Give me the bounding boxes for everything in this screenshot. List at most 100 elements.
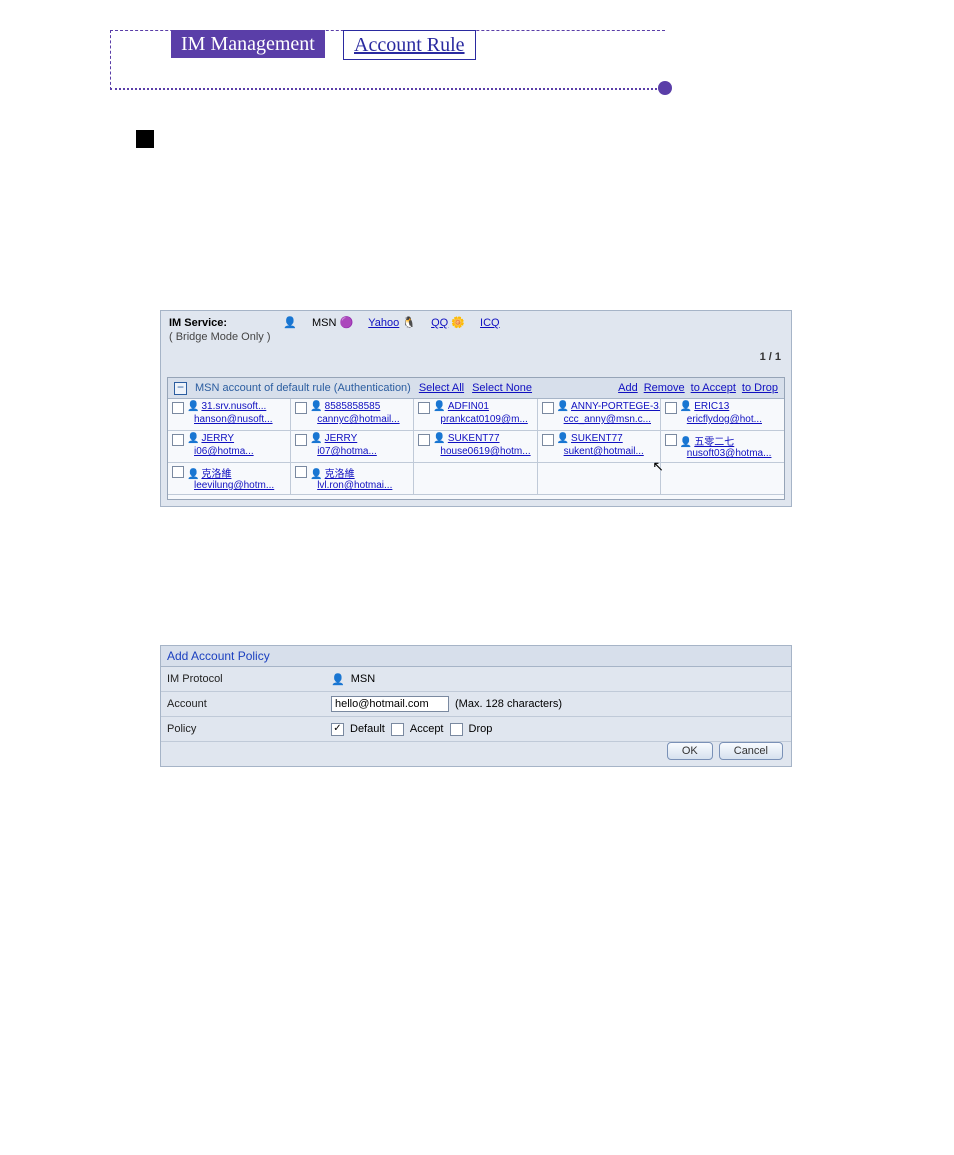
account-mail-link[interactable]: lvl.ron@hotmai... <box>317 480 392 491</box>
account-mail-link[interactable]: sukent@hotmail... <box>564 446 644 457</box>
policy-label: Policy <box>167 723 327 735</box>
account-name-link[interactable]: ANNY-PORTEGE-3... <box>571 401 661 412</box>
im-service-label: IM Service: <box>169 317 227 329</box>
ok-button[interactable]: OK <box>667 742 713 760</box>
account-mail-link[interactable]: cannyc@hotmail... <box>317 414 399 425</box>
account-cell: 👤克洛維leevilung@hotm... <box>168 463 291 495</box>
protocol-label: IM Protocol <box>167 673 327 685</box>
account-checkbox[interactable] <box>172 466 184 478</box>
account-mail-link[interactable]: house0619@hotm... <box>440 446 530 457</box>
account-checkbox[interactable] <box>542 434 554 446</box>
account-checkbox[interactable] <box>665 402 677 414</box>
account-input[interactable] <box>331 696 449 712</box>
to-accept-link[interactable]: to Accept <box>691 382 736 394</box>
cancel-button[interactable]: Cancel <box>719 742 783 760</box>
icq-icon: 🌼 <box>451 317 465 329</box>
user-icon: 👤 <box>187 469 199 480</box>
account-cell <box>414 463 537 495</box>
account-checkbox[interactable] <box>665 434 677 446</box>
account-cell: 👤SUKENT77house0619@hotm... <box>414 431 537 463</box>
account-checkbox[interactable] <box>418 402 430 414</box>
account-cell: 👤31.srv.nusoft... hanson@nusoft... <box>168 399 291 431</box>
account-name-link[interactable]: SUKENT77 <box>571 433 623 444</box>
account-mail-link[interactable]: i07@hotma... <box>317 446 377 457</box>
account-cell: 👤SUKENT77sukent@hotmail... <box>538 431 661 463</box>
user-icon: 👤 <box>680 401 692 412</box>
account-mail-link[interactable]: ericflydog@hot... <box>687 414 762 425</box>
account-checkbox[interactable] <box>418 434 430 446</box>
account-cell <box>538 463 661 495</box>
account-name-link[interactable]: ERIC13 <box>694 401 729 412</box>
account-name-link[interactable]: 克洛維 <box>201 469 231 480</box>
breadcrumb-sub[interactable]: Account Rule <box>343 30 476 60</box>
user-icon: 👤 <box>433 401 445 412</box>
account-name-link[interactable]: 31.srv.nusoft... <box>201 401 266 412</box>
account-label: Account <box>167 698 327 710</box>
account-mail-link[interactable]: nusoft03@hotma... <box>687 448 772 459</box>
policy-drop-label: Drop <box>469 723 493 735</box>
policy-drop-checkbox[interactable] <box>450 723 463 736</box>
policy-accept-label: Accept <box>410 723 444 735</box>
account-checkbox[interactable] <box>172 434 184 446</box>
service-yahoo[interactable]: Yahoo <box>368 317 399 329</box>
account-name-link[interactable]: 克洛維 <box>325 469 355 480</box>
msn-icon-small: 👤 <box>331 673 345 686</box>
user-icon: 👤 <box>310 401 322 412</box>
bridge-mode-note: ( Bridge Mode Only ) <box>161 329 791 349</box>
to-drop-link[interactable]: to Drop <box>742 382 778 394</box>
account-grid-header: − MSN account of default rule (Authentic… <box>168 378 784 399</box>
cursor-icon: ↖ <box>652 458 664 475</box>
service-qq[interactable]: QQ <box>431 317 448 329</box>
account-mail-link[interactable]: prankcat0109@m... <box>440 414 527 425</box>
account-grid: − MSN account of default rule (Authentic… <box>167 377 785 500</box>
user-icon: 👤 <box>187 433 199 444</box>
service-icq[interactable]: ICQ <box>480 317 500 329</box>
account-checkbox[interactable] <box>542 402 554 414</box>
account-cell: 👤8585858585 cannyc@hotmail... <box>291 399 414 431</box>
msn-icon: 👤 <box>283 317 297 329</box>
breadcrumb: IM Management Account Rule <box>110 30 665 90</box>
account-name-link[interactable]: SUKENT77 <box>448 433 500 444</box>
account-grid-title: MSN account of default rule (Authenticat… <box>195 382 411 394</box>
pager: 1 / 1 <box>760 351 781 363</box>
account-cell: 👤ERIC13 ericflydog@hot... <box>661 399 784 431</box>
add-policy-title: Add Account Policy <box>161 646 791 667</box>
add-link[interactable]: Add <box>618 382 638 394</box>
breadcrumb-endpoint-dot <box>658 81 672 95</box>
account-mail-link[interactable]: i06@hotma... <box>194 446 254 457</box>
account-checkbox[interactable] <box>295 402 307 414</box>
account-mail-link[interactable]: leevilung@hotm... <box>194 480 274 491</box>
user-icon: 👤 <box>187 401 199 412</box>
user-icon: 👤 <box>310 433 322 444</box>
policy-accept-checkbox[interactable] <box>391 723 404 736</box>
account-checkbox[interactable] <box>172 402 184 414</box>
yahoo-icon: 🟣 <box>340 317 354 329</box>
account-name-link[interactable]: JERRY <box>201 433 234 444</box>
account-checkbox[interactable] <box>295 434 307 446</box>
user-icon: 👤 <box>680 437 692 448</box>
account-name-link[interactable]: ADFIN01 <box>448 401 489 412</box>
add-account-policy-panel: Add Account Policy IM Protocol 👤 MSN Acc… <box>160 645 792 767</box>
account-cell <box>661 463 784 495</box>
user-icon: 👤 <box>557 401 569 412</box>
select-none-link[interactable]: Select None <box>472 382 532 394</box>
account-cell: 👤JERRY i07@hotma... <box>291 431 414 463</box>
account-cell: 👤克洛維lvl.ron@hotmai... <box>291 463 414 495</box>
remove-link[interactable]: Remove <box>644 382 685 394</box>
user-icon: 👤 <box>310 469 322 480</box>
account-cell: 👤ADFIN01 prankcat0109@m... <box>414 399 537 431</box>
account-mail-link[interactable]: hanson@nusoft... <box>194 414 273 425</box>
account-mail-link[interactable]: ccc_anny@msn.c... <box>564 414 651 425</box>
service-msn[interactable]: MSN <box>312 317 336 329</box>
qq-icon: 🐧 <box>402 317 416 329</box>
protocol-value: MSN <box>351 673 375 685</box>
account-name-link[interactable]: JERRY <box>325 433 358 444</box>
account-name-link[interactable]: 五零二七 <box>694 437 734 448</box>
account-cell: 👤ANNY-PORTEGE-3... ccc_anny@msn.c... <box>538 399 661 431</box>
select-all-link[interactable]: Select All <box>419 382 464 394</box>
policy-default-checkbox[interactable] <box>331 723 344 736</box>
account-checkbox[interactable] <box>295 466 307 478</box>
account-cell: 👤五零二七nusoft03@hotma... <box>661 431 784 463</box>
collapse-icon[interactable]: − <box>174 382 187 395</box>
account-name-link[interactable]: 8585858585 <box>325 401 381 412</box>
